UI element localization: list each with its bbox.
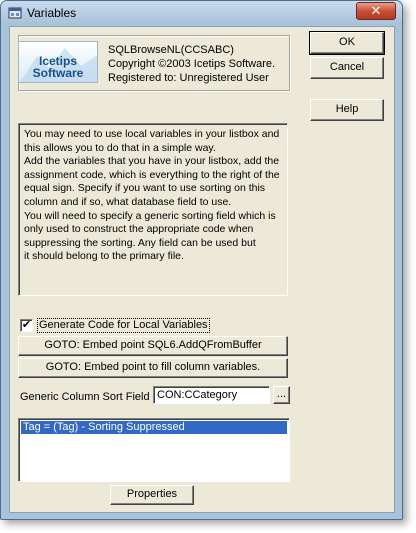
logo-text-line2: Software xyxy=(32,66,84,80)
help-button[interactable]: Help xyxy=(310,99,384,121)
window-title: Variables xyxy=(27,6,77,20)
ok-button-label: OK xyxy=(339,36,355,48)
ok-button[interactable]: OK xyxy=(309,31,385,55)
description-line: only used to construct the appropriate c… xyxy=(24,223,254,236)
check-mark-icon: ✔ xyxy=(21,319,32,331)
description-box: You may need to use local variables in y… xyxy=(18,123,288,296)
help-button-label: Help xyxy=(335,103,359,115)
generate-code-label[interactable]: Generate Code for Local Variables xyxy=(37,318,210,333)
goto-embed-sql-label: GOTO: Embed point SQL6.AddQFromBuffer xyxy=(44,339,262,351)
app-icon xyxy=(8,7,22,19)
generate-code-checkbox[interactable]: ✔ xyxy=(20,319,33,332)
close-button[interactable]: ✕ xyxy=(356,2,396,20)
goto-embed-fill-button[interactable]: GOTO: Embed point to fill column variabl… xyxy=(18,358,288,378)
variables-listbox[interactable]: Tag = (Tag) - Sorting Suppressed xyxy=(18,418,290,482)
description-line: You will need to specify a generic sorti… xyxy=(24,209,276,222)
copyright-text: Copyright ©2003 Icetips Software. xyxy=(108,58,276,70)
description-line: this allows you to do that in a simple w… xyxy=(24,141,216,154)
variables-window: Variables ✕ Icetips Software SQLBrowseNL… xyxy=(0,0,403,520)
properties-button[interactable]: Properties xyxy=(110,485,194,505)
ellipsis-icon: ... xyxy=(276,388,287,400)
close-icon: ✕ xyxy=(370,3,382,18)
icetips-logo: Icetips Software xyxy=(18,41,98,83)
list-item[interactable]: Tag = (Tag) - Sorting Suppressed xyxy=(21,421,287,434)
registration-text: Registered to: Unregistered User xyxy=(108,72,269,84)
cancel-button-label: Cancel xyxy=(329,61,365,73)
properties-button-label: Properties xyxy=(126,488,178,500)
cancel-button[interactable]: Cancel xyxy=(310,57,384,79)
description-line: it should belong to the primary file. xyxy=(24,250,184,263)
sort-field-label: Generic Column Sort Field xyxy=(20,391,150,403)
description-line: column and if so, what database field to… xyxy=(24,195,232,208)
description-line: Add the variables that you have in your … xyxy=(24,155,280,168)
goto-embed-fill-label: GOTO: Embed point to fill column variabl… xyxy=(45,361,261,373)
description-line: equal sign. Specify if you want to use s… xyxy=(24,182,266,195)
sort-field-input[interactable]: CON:CCategory xyxy=(153,386,270,404)
sort-field-lookup-button[interactable]: ... xyxy=(273,386,290,404)
title-bar[interactable]: Variables ✕ xyxy=(1,1,402,25)
description-line: assignment code, which is everything to … xyxy=(24,168,280,181)
dialog-client-area: Icetips Software SQLBrowseNL(CCSABC) Cop… xyxy=(9,26,395,513)
description-line: suppressing the sorting. Any field can b… xyxy=(24,236,256,249)
goto-embed-sql-button[interactable]: GOTO: Embed point SQL6.AddQFromBuffer xyxy=(18,336,288,356)
description-line: You may need to use local variables in y… xyxy=(24,128,280,140)
product-name: SQLBrowseNL(CCSABC) xyxy=(108,44,234,56)
